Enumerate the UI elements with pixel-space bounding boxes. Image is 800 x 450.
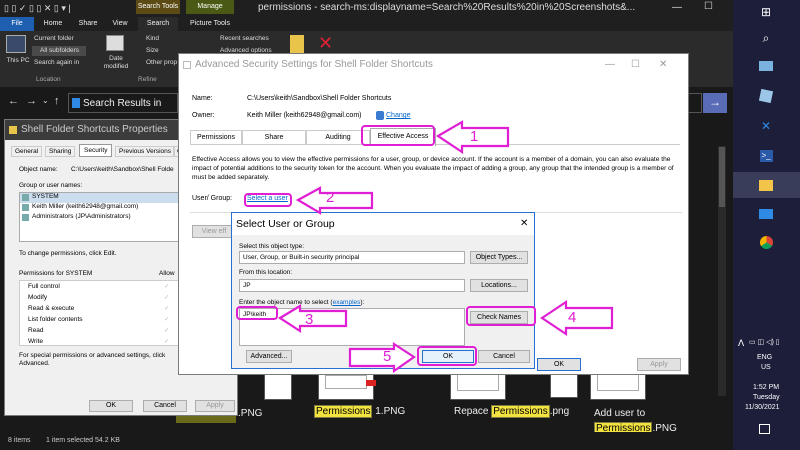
clock-date[interactable]: 11/30/2021 — [745, 404, 780, 411]
desktop-icon[interactable] — [757, 58, 775, 74]
app-icon[interactable]: ✕ — [757, 118, 775, 134]
tray-chevron-icon[interactable]: ᐱ — [738, 338, 744, 349]
mail-icon[interactable] — [757, 206, 775, 222]
search-icon[interactable]: ⌕ — [757, 30, 775, 46]
callout-number-1: 1 — [470, 128, 479, 145]
app-icon[interactable] — [757, 88, 775, 104]
callout-arrow-5 — [348, 341, 416, 374]
callout-arrow-2 — [295, 186, 374, 215]
callout-arrow-4 — [540, 299, 614, 337]
callout-number-5: 5 — [383, 348, 392, 365]
clock-day[interactable]: Tuesday — [753, 394, 780, 401]
chrome-icon[interactable] — [757, 234, 775, 250]
notifications-icon[interactable] — [759, 424, 770, 434]
taskbar: ⊞ ⌕ ✕ >_ ᐱ ▭ ◫ ◁) ▯ ENG US 1:52 PM Tuesd… — [733, 0, 800, 450]
language-region[interactable]: US — [761, 364, 771, 371]
terminal-icon[interactable]: >_ — [757, 148, 775, 164]
callout-number-3: 3 — [305, 311, 314, 328]
annotation-arrows — [277, 120, 614, 374]
callout-number-4: 4 — [568, 309, 577, 326]
callout-number-2: 2 — [326, 189, 335, 206]
clock-time[interactable]: 1:52 PM — [753, 384, 779, 391]
windows-start-icon[interactable]: ⊞ — [757, 4, 775, 20]
language-code[interactable]: ENG — [757, 354, 772, 361]
file-explorer-icon[interactable] — [757, 177, 775, 193]
tray-status-icons[interactable]: ▭ ◫ ◁) ▯ — [749, 338, 780, 346]
